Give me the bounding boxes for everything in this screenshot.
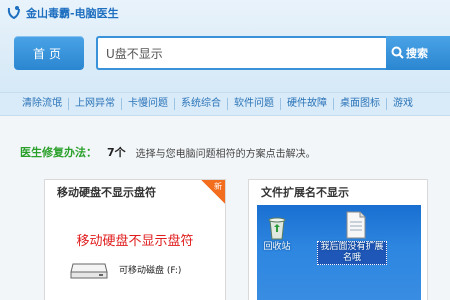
solution-card-file-extension[interactable]: 文件扩展名不显示 回收站 我后面没有扩展名哦 [248,179,428,300]
nav-item-games[interactable]: 游戏 [386,98,419,110]
nav-item-desktop-icons[interactable]: 桌面图标 [333,98,386,110]
new-badge: 新 [201,180,225,204]
fix-label: 医生修复办法： [20,146,97,159]
nav-item-software[interactable]: 软件问题 [227,98,280,110]
search-button-label: 搜索 [406,47,428,60]
drive-label: 可移动磁盘 (F:) [119,266,182,276]
fix-summary: 医生修复办法： 7个 选择与您电脑问题相符的方案点击解决。 [20,144,316,160]
site-title: 金山毒霸-电脑医生 [26,7,119,20]
solution-card-removable-disk[interactable]: 移动硬盘不显示盘符 新 移动硬盘不显示盘符 可移动磁盘 (F:) [44,179,226,300]
nav-item-slowness[interactable]: 卡慢问题 [121,98,174,110]
category-nav: 清除流氓 上网异常 卡慢问题 系统综合 软件问题 硬件故障 桌面图标 游戏 [0,92,450,116]
document-icon [346,211,366,239]
card-title: 移动硬盘不显示盘符 [57,186,156,199]
duba-logo-icon [7,6,20,20]
nav-item-hardware[interactable]: 硬件故障 [280,98,333,110]
removable-disk-icon [70,263,108,279]
card-title: 文件扩展名不显示 [261,186,349,199]
nav-item-system[interactable]: 系统综合 [174,98,227,110]
search-icon [391,46,404,59]
search-input[interactable] [98,38,386,68]
recycle-bin-icon [268,217,286,240]
new-badge-label: 新 [214,182,222,191]
card-image-caption: 移动硬盘不显示盘符 [76,234,194,249]
home-button-label: 首页 [32,46,65,61]
header: 金山毒霸-电脑医生 首页 搜索 [0,0,450,92]
main-content: 医生修复办法： 7个 选择与您电脑问题相符的方案点击解决。 移动硬盘不显示盘符 … [0,117,450,300]
nav-item-internet-issue[interactable]: 上网异常 [68,98,121,110]
recycle-bin-label: 回收站 [263,242,291,252]
site-logo[interactable]: 金山毒霸-电脑医生 [6,4,119,22]
home-button[interactable]: 首页 [14,36,84,70]
fix-description: 选择与您电脑问题相符的方案点击解决。 [135,148,316,160]
fix-count: 7个 [107,146,126,159]
search-box[interactable] [96,36,386,70]
search-button[interactable]: 搜索 [386,36,450,70]
document-file-label: 我后面没有扩展名哦 [317,241,387,265]
desktop-screenshot: 回收站 我后面没有扩展名哦 [257,205,421,300]
nav-item-clean-rogue[interactable]: 清除流氓 [0,98,68,110]
